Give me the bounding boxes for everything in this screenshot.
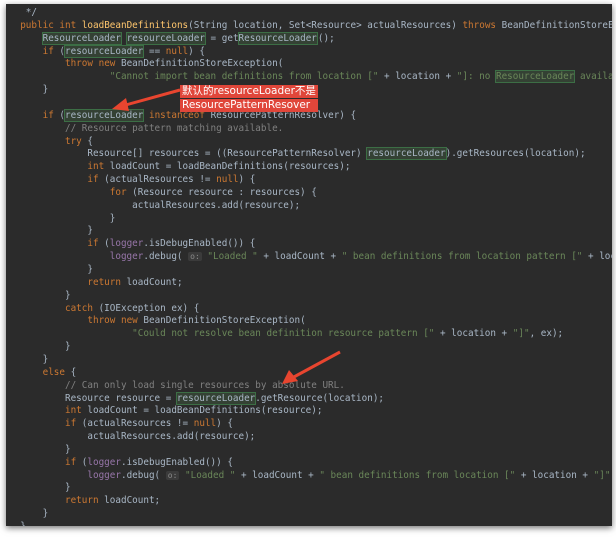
code-line[interactable]: ResourceLoader resourceLoader = getResou… [6,31,335,45]
inlay-hint: o: [188,252,202,262]
code-line[interactable]: if (actualResources != null) { [6,173,255,186]
code-line[interactable]: Resource resource = resourceLoader.getRe… [6,391,384,405]
code-line[interactable]: } [6,443,71,456]
code-line[interactable]: return loadCount; [6,494,160,507]
annotation-line-1: 默认的resourceLoader不是 [180,85,318,98]
code-line[interactable]: } [6,212,116,225]
code-line[interactable]: } [6,520,26,526]
code-line[interactable]: for (Resource resource : resources) { [6,186,317,199]
code-line[interactable]: } [6,507,49,520]
code-line[interactable]: if (logger.isDebugEnabled()) { [6,456,233,469]
code-line[interactable]: "Cannot import bean definitions from loc… [6,70,612,84]
code-line[interactable]: actualResources.add(resource); [6,199,300,212]
code-line[interactable]: } [6,340,71,353]
code-line[interactable]: } [6,289,71,302]
code-line[interactable]: */ [6,6,37,19]
code-line[interactable]: try { [6,135,93,148]
code-line[interactable]: return loadCount; [6,276,182,289]
code-line[interactable]: logger.debug( o: "Loaded " + loadCount +… [6,250,612,263]
code-line[interactable]: // Resource pattern matching available. [6,122,283,135]
code-line[interactable]: Resource[] resources = ((ResourcePattern… [6,147,586,161]
code-line[interactable]: int loadCount = loadBeanDefinitions(reso… [6,404,322,417]
annotation-line-2: ResourcePatternResover [180,99,318,112]
code-line[interactable]: } [6,263,93,276]
code-line[interactable]: catch (IOException ex) { [6,302,199,315]
code-line[interactable]: int loadCount = loadBeanDefinitions(reso… [6,160,350,173]
code-line[interactable]: logger.debug( o: "Loaded " + loadCount +… [6,469,612,482]
code-line[interactable]: actualResources.add(resource); [6,430,255,443]
code-line[interactable]: else { [6,366,77,379]
code-editor[interactable]: */ public int loadBeanDefinitions(String… [6,4,612,526]
annotation-arrow-top [112,88,181,111]
annotation-arrow-bottom [282,350,341,384]
code-line[interactable]: } [6,481,71,494]
code-line[interactable]: throw new BeanDefinitionStoreException( [6,314,305,327]
code-line[interactable]: } [6,224,93,237]
code-line[interactable]: if (actualResources != null) { [6,417,233,430]
code-line[interactable]: if (resourceLoader == null) { [6,44,205,58]
annotation-callout: 默认的resourceLoader不是 ResourcePatternResov… [180,85,318,113]
code-line[interactable]: throw new BeanDefinitionStoreException( [6,57,283,70]
inlay-hint: o: [165,470,180,480]
code-line[interactable]: } [6,353,49,366]
code-line[interactable]: if (logger.isDebugEnabled()) { [6,237,255,250]
code-line[interactable]: public int loadBeanDefinitions(String lo… [6,19,612,32]
code-line[interactable]: "Could not resolve bean definition resou… [6,327,563,340]
code-line[interactable]: } [6,83,49,96]
code-line[interactable] [6,96,9,109]
